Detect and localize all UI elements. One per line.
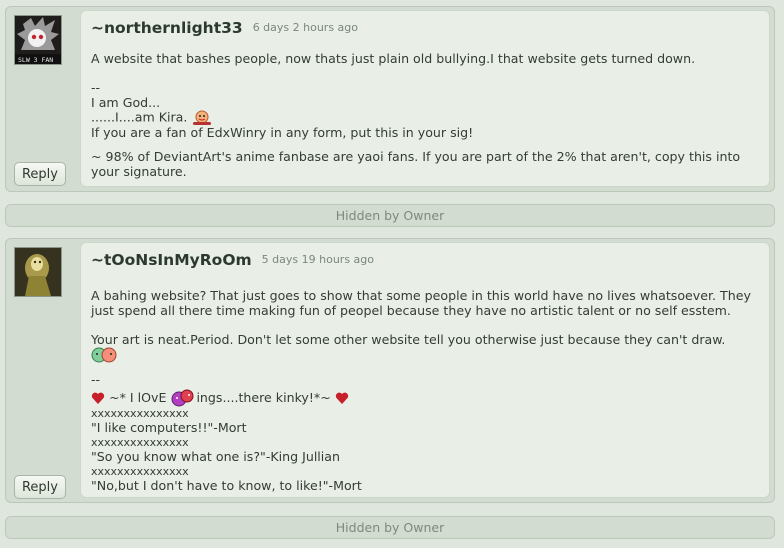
timestamp: 6 days 2 hours ago: [252, 21, 359, 34]
avatar[interactable]: [14, 247, 62, 297]
signature-separator: --: [91, 80, 101, 96]
comment-text: A bahing website? That just goes to show…: [91, 288, 759, 493]
comment-body: ~tOoNsInMyRoOm 5 days 19 hours ago A bah…: [80, 242, 770, 498]
avatar-badge: SLW 3 FAN: [18, 56, 53, 64]
signature-divider: xxxxxxxxxxxxxxx: [91, 406, 189, 420]
signature-line: I am God...: [91, 94, 161, 110]
comment-line: just spend all there time making fun of …: [91, 302, 731, 318]
signature-text: ings....there kinky!*~: [196, 389, 331, 405]
cuddle-smiley-icon: [171, 389, 194, 407]
signature-text: ~* I lOvE: [109, 389, 167, 405]
comment-text: A website that bashes people, now thats …: [91, 51, 759, 179]
reply-button[interactable]: Reply: [14, 162, 66, 186]
kira-smiley-icon: [193, 110, 212, 126]
timestamp: 5 days 19 hours ago: [261, 253, 374, 266]
username-link[interactable]: ~tOoNsInMyRoOm: [91, 251, 252, 269]
reply-button[interactable]: Reply: [14, 475, 66, 499]
hidden-comment-bar: Hidden by Owner: [5, 204, 775, 227]
avatar-image: [15, 248, 61, 296]
signature-divider: xxxxxxxxxxxxxxx: [91, 435, 189, 449]
comment-toonsinmyroom: Reply ~tOoNsInMyRoOm 5 days 19 hours ago…: [5, 238, 775, 503]
signature-line: ......I....am Kira.: [91, 110, 759, 126]
signature-quote: "So you know what one is?"-King Jullian: [91, 448, 341, 464]
signature-line: your signature.: [91, 163, 187, 179]
avatar[interactable]: SLW 3 FAN: [14, 15, 62, 65]
comment-northernlight33: SLW 3 FAN Reply ~northernlight33 6 days …: [5, 6, 775, 192]
signature-quote: "No,but I don't have to know, to like!"-…: [91, 477, 362, 493]
comment-body: ~northernlight33 6 days 2 hours ago A we…: [80, 10, 770, 187]
signature-line: ~ 98% of DeviantArt's anime fanbase are …: [91, 148, 741, 164]
avatar-image: SLW 3 FAN: [15, 16, 61, 64]
signature-quote: "I like computers!!"-Mort: [91, 420, 247, 436]
heart-icon: [335, 393, 348, 405]
hidden-comment-bar: Hidden by Owner: [5, 516, 775, 539]
signature-line: ~* I lOvE ings....there kinky!*~: [91, 388, 759, 407]
friends-smiley-row: [91, 347, 759, 363]
username-link[interactable]: ~northernlight33: [91, 19, 243, 37]
comment-line: Your art is neat.Period. Don't let some …: [91, 331, 726, 347]
signature-separator: --: [91, 372, 101, 388]
comment-line: A website that bashes people, now thats …: [91, 51, 696, 66]
signature-line: If you are a fan of EdxWinry in any form…: [91, 125, 474, 141]
comment-line: A bahing website? That just goes to show…: [91, 288, 751, 303]
hug-smiley-icon: [91, 347, 117, 363]
heart-icon: [91, 393, 105, 405]
signature-divider: xxxxxxxxxxxxxxx: [91, 464, 189, 478]
signature-text: ......I....am Kira.: [91, 109, 188, 125]
